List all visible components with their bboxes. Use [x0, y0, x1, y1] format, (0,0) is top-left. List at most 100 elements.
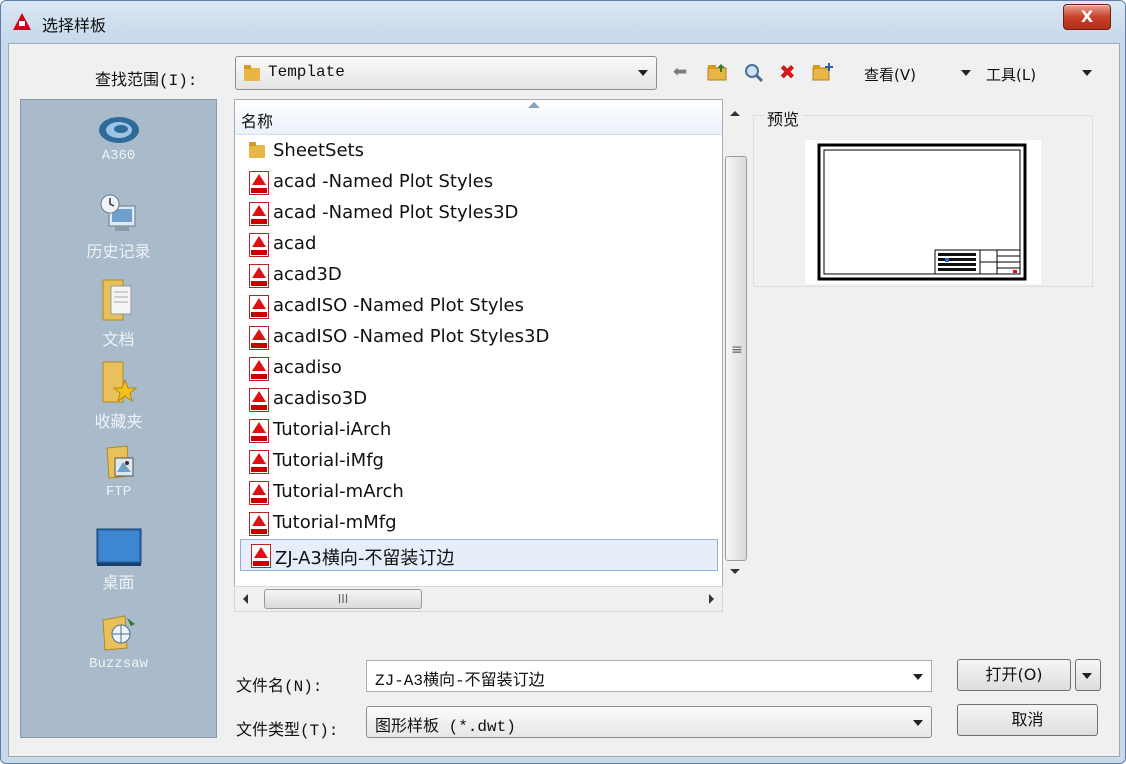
file-name-input[interactable]: ZJ-A3横向-不留装订边	[366, 660, 932, 692]
place-documents[interactable]: 文档	[21, 276, 216, 350]
new-folder-icon[interactable]	[812, 62, 834, 87]
column-header-label: 名称	[241, 112, 274, 131]
place-a360[interactable]: A360	[21, 114, 216, 164]
vertical-scrollbar[interactable]	[723, 99, 747, 587]
look-in-dropdown[interactable]: Template	[235, 56, 657, 90]
dialog-body: 查找范围(I): Template ⬅ ✖ 查看(V) 工具(L) A360 历…	[8, 43, 1120, 757]
list-item[interactable]: Tutorial-iMfg	[239, 446, 717, 476]
up-folder-icon[interactable]	[707, 62, 729, 87]
file-name: acadiso3D	[273, 388, 368, 409]
chevron-down-icon[interactable]	[913, 674, 923, 680]
place-label: FTP	[105, 484, 132, 500]
history-icon	[100, 194, 135, 231]
place-label: Buzzsaw	[89, 656, 148, 672]
open-button[interactable]: 打开(O)	[957, 659, 1071, 691]
dwt-file-icon	[249, 450, 269, 474]
dwt-file-icon	[249, 295, 269, 319]
a360-icon	[98, 117, 139, 143]
scroll-down-arrow-icon[interactable]	[730, 569, 740, 574]
buzzsaw-icon	[101, 615, 135, 651]
chevron-down-icon	[913, 720, 923, 726]
file-name-label: 文件名(N):	[236, 678, 323, 696]
folder-icon	[244, 65, 260, 81]
back-arrow-icon[interactable]: ⬅	[673, 62, 687, 82]
place-label: 历史记录	[86, 242, 151, 261]
list-item[interactable]: acad	[239, 229, 717, 259]
view-chevron-down-icon[interactable]	[961, 70, 971, 76]
view-menu[interactable]: 查看(V)	[864, 64, 916, 85]
file-name: acad -Named Plot Styles	[273, 171, 494, 192]
scroll-right-arrow-icon[interactable]	[709, 594, 714, 604]
file-list[interactable]: 名称 SheetSets acad -Named Plot Styles aca…	[234, 99, 723, 589]
file-name: acadISO -Named Plot Styles3D	[273, 326, 550, 347]
list-item-selected[interactable]: ZJ-A3横向-不留装订边	[240, 539, 718, 571]
list-item-folder[interactable]: SheetSets	[239, 136, 717, 166]
places-bar: A360 历史记录 文档 收藏夹 FTP 桌面 Buzzsaw	[20, 99, 217, 738]
close-button[interactable]: X	[1063, 4, 1111, 30]
list-item[interactable]: Tutorial-mMfg	[239, 508, 717, 538]
list-item[interactable]: acad3D	[239, 260, 717, 290]
list-item[interactable]: acadISO -Named Plot Styles3D	[239, 322, 717, 352]
autocad-logo-icon	[13, 13, 31, 30]
dwt-file-icon	[249, 419, 269, 443]
file-type-dropdown[interactable]: 图形样板 (*.dwt)	[366, 706, 932, 738]
dwt-file-icon	[249, 481, 269, 505]
tools-chevron-down-icon[interactable]	[1082, 70, 1092, 76]
place-favorites[interactable]: 收藏夹	[21, 358, 216, 432]
list-item[interactable]: acad -Named Plot Styles	[239, 167, 717, 197]
file-type-label: 文件类型(T):	[236, 722, 339, 740]
dialog-title: 选择样板	[42, 16, 107, 35]
file-name: SheetSets	[273, 140, 364, 161]
horizontal-scroll-thumb[interactable]: III	[264, 589, 422, 609]
scroll-left-arrow-icon[interactable]	[243, 594, 248, 604]
file-name: Tutorial-mArch	[273, 481, 404, 502]
horizontal-scrollbar[interactable]: III	[234, 586, 723, 612]
chevron-down-icon	[638, 70, 648, 76]
list-item[interactable]: acadiso3D	[239, 384, 717, 414]
place-label: 桌面	[102, 573, 135, 592]
dwt-file-icon	[249, 202, 269, 226]
dwt-file-icon	[249, 388, 269, 412]
tools-menu[interactable]: 工具(L)	[986, 64, 1036, 85]
list-item[interactable]: acad -Named Plot Styles3D	[239, 198, 717, 228]
cancel-button[interactable]: 取消	[957, 704, 1098, 736]
file-name: acad3D	[273, 264, 342, 285]
list-item[interactable]: acadISO -Named Plot Styles	[239, 291, 717, 321]
file-name: Tutorial-iArch	[273, 419, 392, 440]
place-history[interactable]: 历史记录	[21, 192, 216, 262]
folder-icon	[249, 142, 265, 158]
ftp-icon	[105, 445, 133, 479]
place-buzzsaw[interactable]: Buzzsaw	[21, 610, 216, 672]
file-name: acad	[273, 233, 317, 254]
sort-ascending-icon	[528, 102, 540, 108]
scroll-up-arrow-icon[interactable]	[730, 111, 740, 116]
dwt-file-icon	[249, 357, 269, 381]
delete-icon[interactable]: ✖	[779, 62, 796, 82]
template-preview-image	[805, 140, 1041, 284]
dwt-file-icon	[249, 512, 269, 536]
search-web-icon[interactable]	[743, 62, 765, 87]
dwt-file-icon	[249, 171, 269, 195]
dwt-file-icon	[251, 544, 271, 568]
list-item[interactable]: Tutorial-mArch	[239, 477, 717, 507]
file-name: ZJ-A3横向-不留装订边	[275, 548, 455, 569]
file-name: Tutorial-iMfg	[273, 450, 384, 471]
select-template-dialog: 选择样板 X 查找范围(I): Template ⬅ ✖ 查看(V) 工具(L)	[0, 0, 1126, 764]
column-header-name[interactable]: 名称	[235, 100, 722, 135]
open-options-chevron-down-icon[interactable]	[1075, 659, 1101, 691]
file-name: Tutorial-mMfg	[273, 512, 397, 533]
file-name: acad -Named Plot Styles3D	[273, 202, 519, 223]
place-ftp[interactable]: FTP	[21, 442, 216, 500]
title-bar[interactable]: 选择样板 X	[1, 1, 1125, 43]
dwt-file-icon	[249, 326, 269, 350]
file-name-value: ZJ-A3横向-不留装订边	[375, 672, 545, 690]
file-name: acadISO -Named Plot Styles	[273, 295, 524, 316]
vertical-scroll-thumb[interactable]	[725, 156, 747, 561]
favorites-icon	[102, 361, 137, 403]
place-desktop[interactable]: 桌面	[21, 527, 216, 593]
look-in-label: 查找范围(I):	[95, 72, 198, 90]
dwt-file-icon	[249, 233, 269, 257]
list-item[interactable]: Tutorial-iArch	[239, 415, 717, 445]
place-label: 收藏夹	[94, 412, 143, 431]
list-item[interactable]: acadiso	[239, 353, 717, 383]
